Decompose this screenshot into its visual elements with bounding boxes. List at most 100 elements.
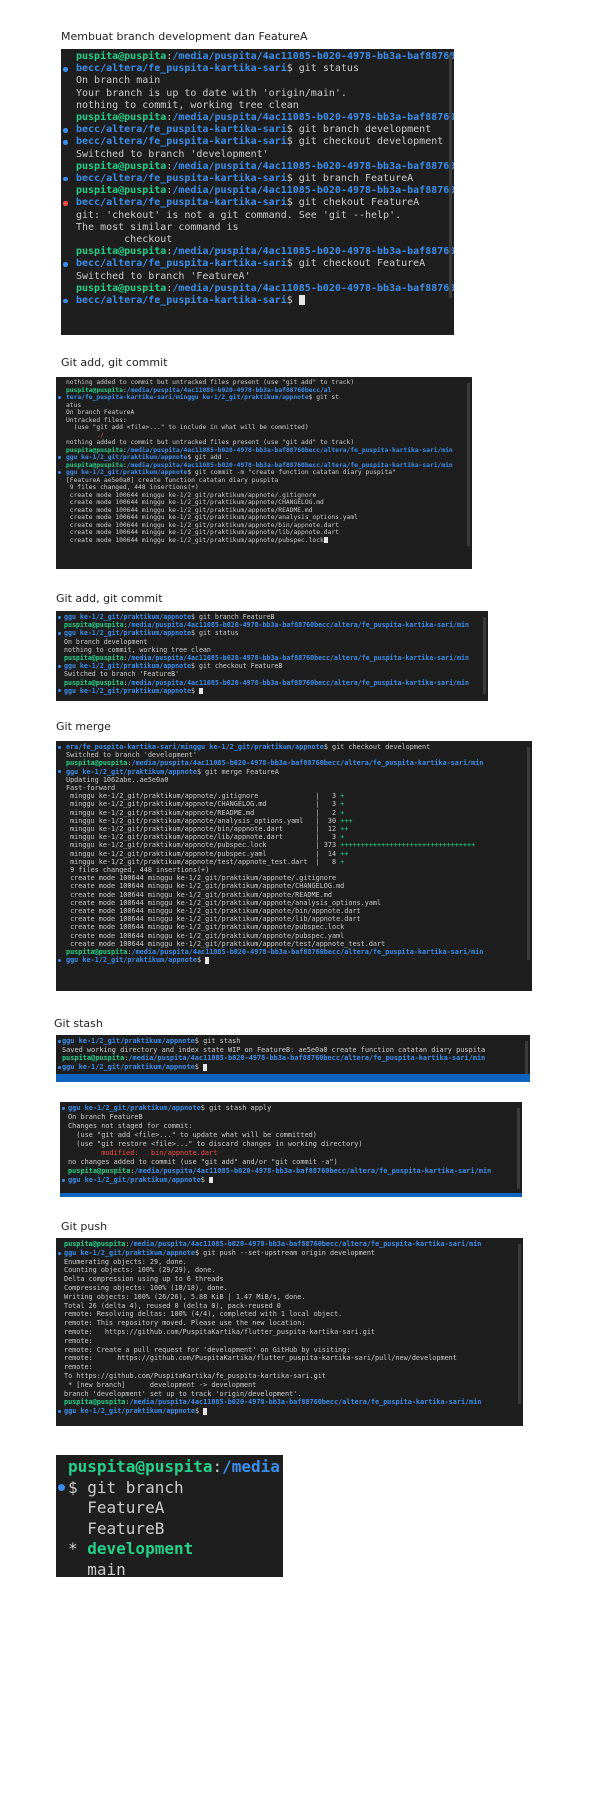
terminal-text: minggu ke-1/2_git/praktikum/appnote/.git… — [66, 792, 341, 801]
terminal-line: $ git branch — [58, 1477, 283, 1499]
terminal-text: Writing objects: 100% (26/26), 5.88 KiB … — [64, 1292, 306, 1301]
terminal-text: (use "git add <file>..." to include in w… — [66, 424, 309, 431]
terminal-line: create mode 100644 minggu ke-1/2_git/pra… — [66, 536, 472, 545]
terminal-stash[interactable]: ggu ke-1/2_git/praktikum/appnote$ git st… — [56, 1035, 530, 1082]
terminal-text: Fast-forward — [66, 784, 116, 793]
terminal-text: Switched to branch 'development' — [76, 148, 269, 160]
terminal-stash-apply[interactable]: ggu ke-1/2_git/praktikum/appnote$ git st… — [60, 1102, 522, 1197]
terminal-line: ggu ke-1/2_git/praktikum/appnote$ git pu… — [58, 1249, 523, 1258]
prompt-path: becc/altera/fe_puspita-kartika-sari — [76, 197, 287, 209]
terminal-text: create mode 100644 minggu ke-1/2_git/pra… — [66, 931, 345, 940]
terminal-text: $ git branch — [68, 1477, 184, 1497]
terminal-status-bar — [60, 1193, 522, 1197]
prompt-user: puspita@puspita — [76, 160, 167, 172]
terminal-line: minggu ke-1/2_git/praktikum/appnote/anal… — [66, 817, 532, 825]
terminal-scrollbar[interactable] — [517, 1108, 520, 1189]
section-title-add-commit-2: Git add, git commit — [56, 592, 163, 605]
terminal-line: FeatureA — [68, 1498, 283, 1519]
terminal-text: create mode 100644 minggu ke-1/2_git/pra… — [66, 874, 337, 883]
terminal-text: ++ — [340, 849, 349, 858]
terminal-line: modified: bin/appnote.dart — [68, 1149, 522, 1158]
terminal-line: ggu ke-1/2_git/praktikum/appnote$ — [58, 956, 532, 964]
terminal-line: nothing added to commit but untracked fi… — [66, 439, 472, 447]
terminal-line: puspita@puspita:/media/puspita/4ac11085-… — [64, 679, 488, 687]
command-status-dot-icon — [63, 298, 68, 304]
terminal-line: git: 'chekout' is not a git command. See… — [76, 210, 454, 222]
terminal-text: branch 'development' set up to track 'or… — [64, 1389, 302, 1398]
terminal-text: create mode 100644 minggu ke-1/2_git/pra… — [66, 939, 386, 948]
terminal-text: Counting objects: 100% (29/29), done. — [64, 1266, 216, 1275]
prompt-path: /media/puspita/4ac11085-b020-4978-bb3a-b… — [172, 246, 454, 258]
prompt-path: ggu ke-1/2_git/praktikum/appnote — [68, 1176, 201, 1184]
prompt-user: puspita@puspita — [66, 759, 128, 768]
terminal-text: $ git commit -m "create function catatan… — [187, 469, 396, 476]
terminal-text: $ git status — [191, 629, 239, 638]
terminal-text: minggu ke-1/2_git/praktikum/appnote/bin/… — [66, 825, 341, 834]
command-status-dot-icon — [63, 128, 68, 133]
terminal-text: minggu ke-1/2_git/praktikum/appnote/pubs… — [66, 849, 341, 858]
terminal-text: create mode 100644 minggu ke-1/2_git/pra… — [66, 521, 339, 529]
terminal-scrollbar[interactable] — [527, 747, 530, 960]
prompt-path: /media/puspita/4ac11085-b020-4978-bb3a-b… — [126, 446, 453, 454]
terminal-line: minggu ke-1/2_git/praktikum/appnote/pubs… — [66, 841, 532, 849]
terminal-line: create mode 100644 minggu ke-1/2_git/pra… — [66, 907, 532, 915]
terminal-line: becc/altera/fe_puspita-kartika-sari$ git… — [63, 124, 454, 136]
terminal-branch-development[interactable]: puspita@puspita:/media/puspita/4ac11085-… — [61, 49, 454, 335]
terminal-scrollbar[interactable] — [518, 1244, 521, 1404]
terminal-text: ./ — [66, 431, 104, 439]
terminal-line: nothing to commit, working tree clean — [64, 646, 488, 654]
terminal-branch-featureb[interactable]: ggu ke-1/2_git/praktikum/appnote$ git br… — [56, 611, 488, 701]
terminal-text: $ — [286, 295, 299, 307]
terminal-line: create mode 100644 minggu ke-1/2_git/pra… — [66, 492, 472, 500]
terminal-text: minggu ke-1/2_git/praktikum/appnote/READ… — [66, 808, 341, 817]
terminal-merge[interactable]: era/fe_puspita-kartika-sari/minggu ke-1/… — [56, 741, 532, 991]
terminal-scrollbar[interactable] — [449, 55, 452, 299]
terminal-line: * [new branch] development -> developmen… — [64, 1381, 523, 1390]
terminal-text: remote: — [64, 1336, 97, 1345]
terminal-line: create mode 100644 minggu ke-1/2_git/pra… — [66, 499, 472, 507]
terminal-push[interactable]: puspita@puspita:/media/puspita/4ac11085-… — [56, 1238, 523, 1426]
terminal-scrollbar[interactable] — [483, 617, 486, 694]
terminal-cursor — [199, 687, 203, 695]
command-status-dot-icon — [62, 1106, 66, 1111]
command-status-dot-icon — [62, 1178, 66, 1183]
terminal-line: atus — [66, 402, 472, 410]
prompt-path: /media/puspita/4ac11085-b020-4978-bb3a-b… — [127, 654, 469, 663]
terminal-line: checkout — [76, 234, 454, 246]
prompt-path: ggu ke-1/2_git/praktikum/appnote — [66, 767, 197, 776]
terminal-line: Your branch is up to date with 'origin/m… — [76, 88, 454, 100]
prompt-path: ggu ke-1/2_git/praktikum/appnote — [64, 1407, 195, 1416]
command-status-dot-icon — [63, 140, 68, 145]
terminal-line: remote: This repository moved. Please us… — [64, 1319, 523, 1328]
terminal-cursor — [203, 1063, 208, 1071]
terminal-text: $ git add . — [187, 454, 230, 461]
terminal-line: On branch development — [64, 638, 488, 646]
terminal-line: ggu ke-1/2_git/praktikum/appnote$ git ch… — [58, 662, 488, 670]
terminal-line: minggu ke-1/2_git/praktikum/appnote/.git… — [66, 792, 532, 800]
terminal-line: minggu ke-1/2_git/praktikum/appnote/READ… — [66, 809, 532, 817]
terminal-text: On branch FeatureB — [68, 1113, 143, 1121]
terminal-text: + — [340, 792, 345, 801]
prompt-path: ggu ke-1/2_git/praktikum/appnote — [62, 1037, 195, 1045]
terminal-line: becc/altera/fe_puspita-kartika-sari$ git… — [63, 258, 454, 270]
command-status-dot-icon — [58, 689, 61, 693]
terminal-line: ggu ke-1/2_git/praktikum/appnote$ git st… — [62, 1104, 522, 1113]
prompt-path: /media/puspita/4ac11085-b020-4978-bb3a-b… — [172, 282, 454, 294]
terminal-line: create mode 100644 minggu ke-1/2_git/pra… — [66, 874, 532, 882]
terminal-scrollbar[interactable] — [467, 383, 470, 547]
terminal-line: create mode 100644 minggu ke-1/2_git/pra… — [66, 932, 532, 940]
terminal-branch-list[interactable]: puspita@puspita:/media $ git branch Featu… — [56, 1455, 283, 1577]
command-status-dot-icon — [58, 745, 62, 749]
command-status-dot-icon — [58, 1251, 62, 1255]
terminal-line: becc/altera/fe_puspita-kartika-sari$ git… — [63, 136, 454, 148]
terminal-line: puspita@puspita:/media/puspita/4ac11085-… — [66, 948, 532, 956]
terminal-add-commit[interactable]: nothing added to commit but untracked fi… — [56, 377, 472, 569]
terminal-line: puspita@puspita:/media/puspita/4ac11085-… — [64, 621, 488, 629]
terminal-cursor — [209, 1176, 214, 1184]
prompt-user: development — [87, 1539, 194, 1558]
prompt-path: ggu ke-1/2_git/praktikum/appnote — [68, 1104, 201, 1112]
terminal-text: Enumerating objects: 29, done. — [64, 1257, 187, 1266]
terminal-line: 9 files changed, 448 insertions(+) — [66, 866, 532, 874]
terminal-text: Switched to branch 'FeatureA' — [76, 270, 251, 282]
terminal-text: ++ — [340, 825, 349, 834]
